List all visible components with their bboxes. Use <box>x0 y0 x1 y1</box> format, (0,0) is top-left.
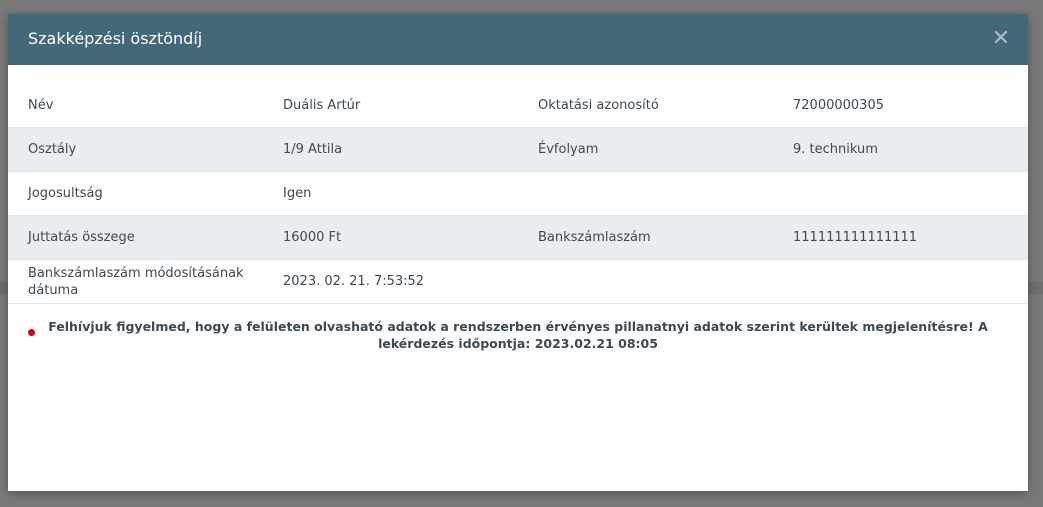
row-label: Oktatási azonosító <box>538 98 659 113</box>
info-table: Név Duális Artúr Oktatási azonosító 7200… <box>8 84 1028 304</box>
scholarship-modal: Szakképzési ösztöndíj ✕ Név Duális Artúr… <box>8 14 1028 491</box>
row-label: Bankszámlaszám módosításának dátuma <box>28 265 244 298</box>
row-value: 72000000305 <box>793 98 884 113</box>
table-row: Bankszámlaszám módosításának dátuma 2023… <box>8 260 1028 304</box>
row-label: Bankszámlaszám <box>538 230 651 245</box>
row-label: Juttatás összege <box>28 230 135 245</box>
row-label: Évfolyam <box>538 142 599 157</box>
row-value: 111111111111111 <box>793 230 918 245</box>
row-value: Duális Artúr <box>283 98 361 113</box>
table-row: Név Duális Artúr Oktatási azonosító 7200… <box>8 84 1028 128</box>
row-label: Jogosultság <box>28 186 103 201</box>
table-row: Osztály 1/9 Attila Évfolyam 9. technikum <box>8 128 1028 172</box>
row-label: Név <box>28 98 54 113</box>
row-value: 9. technikum <box>793 142 878 157</box>
table-row: Jogosultság Igen <box>8 172 1028 216</box>
row-value: 2023. 02. 21. 7:53:52 <box>283 274 425 289</box>
modal-header: Szakképzési ösztöndíj ✕ <box>8 14 1028 65</box>
notice-text: Felhívjuk figyelmed, hogy a felületen ol… <box>48 319 988 351</box>
row-label: Osztály <box>28 142 77 157</box>
row-value: 16000 Ft <box>283 230 342 245</box>
close-icon[interactable]: ✕ <box>991 27 1011 51</box>
row-value <box>793 172 1013 215</box>
table-row: Juttatás összege 16000 Ft Bankszámlaszám… <box>8 216 1028 260</box>
modal-title: Szakképzési ösztöndíj <box>28 29 203 48</box>
row-value: Igen <box>283 186 312 201</box>
row-value <box>793 260 1013 303</box>
row-label <box>538 172 778 215</box>
row-value: 1/9 Attila <box>283 142 343 157</box>
row-label <box>538 260 778 303</box>
